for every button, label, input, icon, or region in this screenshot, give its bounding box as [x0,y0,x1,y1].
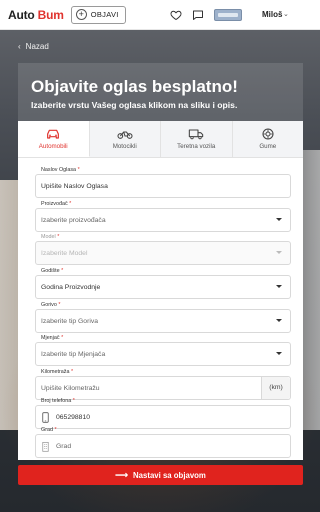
header-icons [170,9,242,21]
arrow-right-icon: ⟶ [115,469,129,480]
transmission-select[interactable]: Mjenjač * Izaberite tip Mjenjača [35,335,291,366]
top-header: Auto Bum + OBJAVI Miloš ⌄ [0,0,320,30]
dropdown-caret-icon [276,285,282,288]
fuel-label: Gorivo [41,302,57,308]
logo-text-bum: Bum [37,7,64,22]
field-label: Broj telefona * [41,398,75,404]
page-title: Objavite oglas besplatno! [31,77,238,96]
transmission-label: Mjenjač [41,335,60,341]
ad-title-label: Naslov Oglasa [41,167,77,173]
back-link[interactable]: ‹ Nazad [18,42,49,51]
ad-title-input[interactable]: Upišite Naslov Oglasa [41,183,108,190]
model-label: Model [41,234,56,240]
tire-icon [262,128,274,140]
phone-input[interactable]: 065298810 [56,414,90,421]
manufacturer-select[interactable]: Proizvođač * Izaberite proizvođača [35,201,291,232]
phone-label: Broj telefona [41,398,72,404]
dropdown-caret-icon [276,218,282,221]
plus-icon: + [75,9,87,20]
dropdown-caret-icon [276,319,282,322]
year-select[interactable]: Godište * Godina Proizvodnje [35,268,291,299]
ad-title-field[interactable]: Naslov Oglasa * Upišite Naslov Oglasa [35,167,291,198]
field-label: Gorivo * [41,302,61,308]
back-label: Nazad [25,42,49,51]
tab-motocikli[interactable]: Motocikli [89,121,161,157]
user-name[interactable]: Miloš [262,10,282,19]
fuel-value: Izaberite tip Goriva [41,318,99,325]
tab-label: Teretna vozila [177,143,216,150]
tab-label: Gume [259,143,277,150]
transmission-value: Izaberite tip Mjenjača [41,351,106,358]
required-mark: * [70,369,74,375]
tab-teretna-vozila[interactable]: Teretna vozila [161,121,233,157]
page-subtitle: Izaberite vrstu Vašeg oglasa klikom na s… [31,100,238,110]
year-label: Godište [41,268,60,274]
required-mark: * [72,398,75,404]
motorcycle-icon [117,131,133,139]
tab-gume[interactable]: Gume [232,121,303,157]
required-mark: * [58,302,61,308]
city-field[interactable]: Grad * Grad [35,427,291,458]
field-label: Godište * [41,268,63,274]
required-mark: * [69,201,72,207]
continue-button[interactable]: ⟶ Nastavi sa objavom [18,465,303,485]
required-mark: * [77,167,80,173]
post-ad-button[interactable]: + OBJAVI [70,5,126,24]
required-mark: * [54,427,57,433]
building-icon [42,441,49,452]
mileage-field[interactable]: Kilometraža * Upišite Kilometražu (km) [35,369,291,400]
logo-text-auto: Auto [8,7,35,22]
model-select[interactable]: Model * Izaberite Model [35,234,291,265]
required-mark: * [61,268,64,274]
chevron-down-icon[interactable]: ⌄ [283,10,289,18]
mileage-unit: (km) [261,377,290,399]
tab-label: Automobili [38,142,68,150]
tab-automobili[interactable]: Automobili [18,121,90,157]
field-label: Kilometraža * [41,369,73,375]
site-logo[interactable]: Auto Bum [8,8,64,22]
chevron-left-icon: ‹ [18,42,21,51]
phone-field[interactable]: Broj telefona * 065298810 [35,398,291,429]
ad-form-card: Automobili Motocikli Teretna vozila Gume… [18,121,303,460]
hero-banner: Objavite oglas besplatno! Izaberite vrst… [18,63,303,121]
truck-icon [189,129,204,140]
dropdown-caret-icon [276,251,282,254]
avatar[interactable] [214,9,242,21]
required-mark: * [57,234,60,240]
model-value: Izaberite Model [41,250,88,257]
post-ad-label: OBJAVI [90,10,119,19]
field-label: Naslov Oglasa * [41,167,80,173]
mileage-input[interactable]: Upišite Kilometražu [41,385,100,392]
category-tabs: Automobili Motocikli Teretna vozila Gume [18,121,303,158]
tab-label: Motocikli [112,143,137,150]
car-icon [47,129,60,139]
field-label: Model * [41,234,59,240]
field-label: Grad * [41,427,57,433]
continue-button-label: Nastavi sa objavom [133,470,206,480]
field-label: Mjenjač * [41,335,63,341]
required-mark: * [61,335,64,341]
heart-icon[interactable] [170,9,182,21]
phone-icon [42,412,49,423]
manufacturer-label: Proizvođač [41,201,68,207]
field-label: Proizvođač * [41,201,71,207]
city-label: Grad [41,427,53,433]
dropdown-caret-icon [276,352,282,355]
fuel-select[interactable]: Gorivo * Izaberite tip Goriva [35,302,291,333]
year-value: Godina Proizvodnje [41,284,101,291]
mileage-label: Kilometraža [41,369,70,375]
city-input[interactable]: Grad [56,443,71,450]
manufacturer-value: Izaberite proizvođača [41,217,106,224]
message-icon[interactable] [192,9,204,21]
